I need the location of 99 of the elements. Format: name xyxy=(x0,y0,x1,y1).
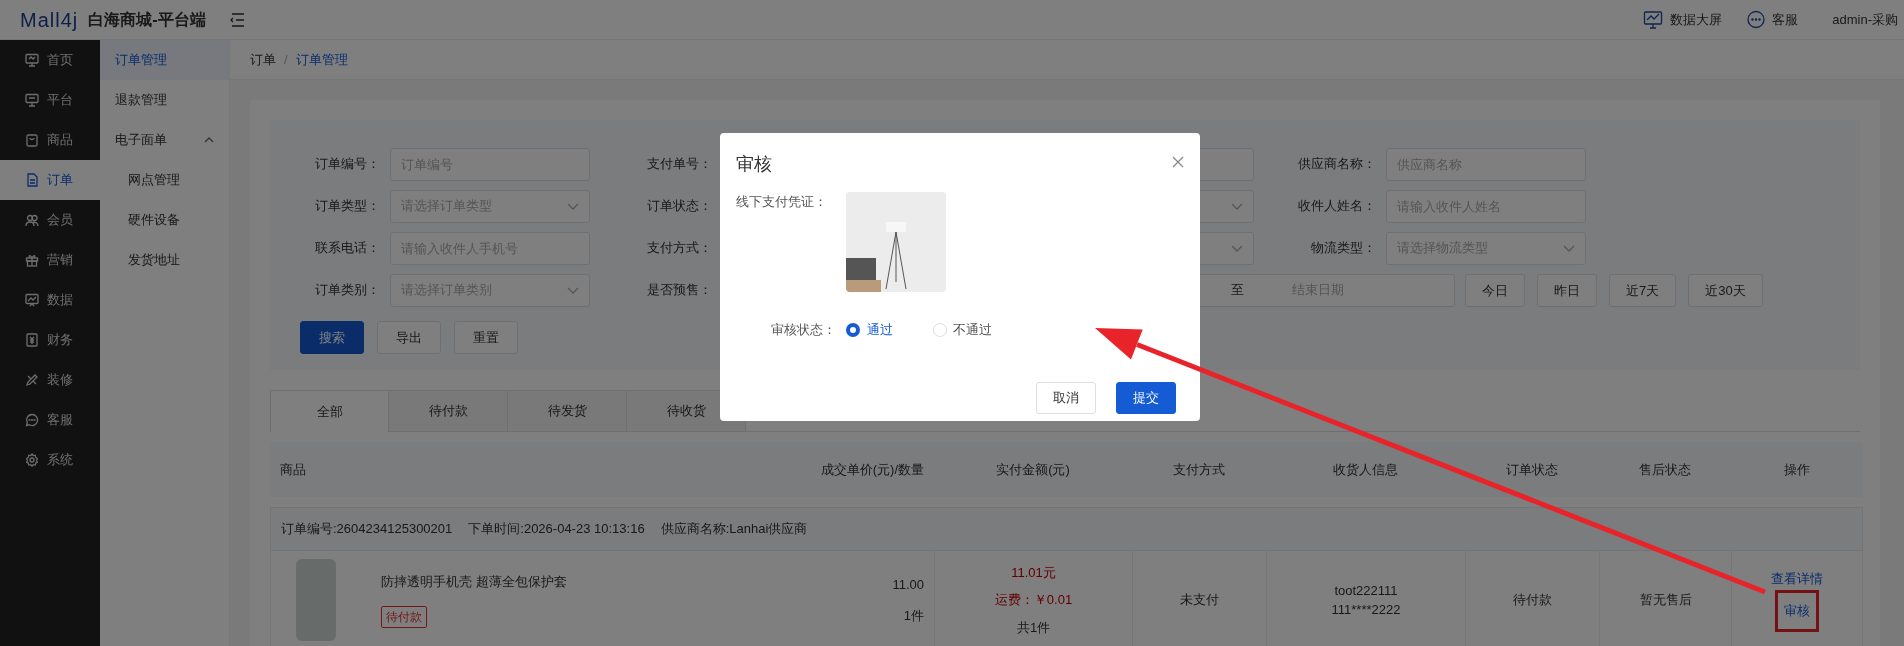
chevron-down-icon xyxy=(1231,245,1243,252)
column-header: 商品 xyxy=(280,461,306,477)
sidebar-item[interactable]: 平台 xyxy=(0,80,100,120)
field-label: 物流类型： xyxy=(1310,240,1376,258)
computer-icon xyxy=(25,93,39,107)
receiver-name: toot222111 xyxy=(1334,581,1398,600)
radio-label[interactable]: 通过 xyxy=(866,320,893,340)
order-time: 下单时间:2026-04-23 10:13:16 xyxy=(468,520,645,539)
quantity: 1件 xyxy=(903,607,924,625)
date-shortcut-button[interactable]: 近7天 xyxy=(1609,274,1677,307)
supplier-name: 供应商名称:Lanhai供应商 xyxy=(660,520,808,539)
tab[interactable]: 待付款 xyxy=(389,390,508,432)
field-label: 订单编号： xyxy=(314,156,380,174)
sidebar-item[interactable]: 商品 xyxy=(0,120,100,160)
breadcrumb-separator: / xyxy=(284,50,288,69)
chevron-down-icon xyxy=(567,287,579,294)
submenu-item[interactable]: 订单管理 xyxy=(100,40,229,80)
action-button[interactable]: 导出 xyxy=(377,321,441,354)
submenu-item[interactable]: 发货地址 xyxy=(100,240,229,280)
receiver-phone: 111****2222 xyxy=(1331,601,1401,619)
column-header: 实付金额(元) xyxy=(996,461,1070,477)
chevron-down-icon xyxy=(1563,245,1575,252)
tab[interactable]: 全部 xyxy=(270,390,389,433)
breadcrumb-item[interactable]: 订单 xyxy=(250,49,276,70)
submenu-item[interactable]: 硬件设备 xyxy=(100,200,229,240)
action-button[interactable]: 重置 xyxy=(454,321,518,354)
submenu-item[interactable]: 网点管理 xyxy=(100,160,229,200)
column-header: 收货人信息 xyxy=(1333,461,1398,477)
unit-price: 11.00 xyxy=(892,575,924,594)
field-label: 订单类型： xyxy=(314,198,380,216)
chevron-up-icon xyxy=(203,135,215,145)
dialog-title: 审核 xyxy=(736,153,772,176)
field-label: 订单类别： xyxy=(314,282,380,300)
table-cell: 暂无售后 xyxy=(1639,592,1692,608)
date-shortcut-button[interactable]: 昨日 xyxy=(1537,274,1597,307)
document-icon xyxy=(25,173,39,187)
order-number: 订单编号:2604234125300201 xyxy=(281,520,453,539)
users-icon xyxy=(25,213,39,227)
chat-icon xyxy=(1745,9,1766,30)
field-label: 支付单号： xyxy=(646,156,712,174)
highlighted-link[interactable]: 审核 xyxy=(1775,590,1819,632)
header-link[interactable]: 客服 xyxy=(1745,9,1799,30)
status-tag: 待付款 xyxy=(381,605,427,628)
column-header: 操作 xyxy=(1784,461,1810,477)
radio-button[interactable] xyxy=(846,322,860,337)
item-count: 共1件 xyxy=(1016,618,1051,637)
gear-icon xyxy=(25,453,39,467)
sidebar-item[interactable]: 客服 xyxy=(0,400,100,440)
chart-icon xyxy=(25,293,39,307)
sidebar-item[interactable]: 营销 xyxy=(0,240,100,280)
column-header: 订单状态 xyxy=(1506,461,1558,477)
column-header: 支付方式 xyxy=(1173,461,1225,477)
field-label: 联系电话： xyxy=(314,240,380,258)
paid-amount: 11.01元 xyxy=(1011,563,1056,582)
field-label: 是否预售： xyxy=(646,282,712,300)
radio-label[interactable]: 不通过 xyxy=(953,320,992,340)
column-header: 成交单价(元)/数量 xyxy=(820,461,924,477)
receipt-icon xyxy=(25,333,39,347)
field-label: 支付方式： xyxy=(646,240,712,258)
submenu-item[interactable]: 电子面单 xyxy=(100,120,229,160)
sidebar-item[interactable]: 财务 xyxy=(0,320,100,360)
logo-text: Mall4j xyxy=(20,7,79,33)
breadcrumb-item: 订单管理 xyxy=(295,50,348,69)
field-label: 订单状态： xyxy=(646,198,712,216)
user-name[interactable]: admin-采购 xyxy=(1832,9,1898,30)
tab[interactable]: 待发货 xyxy=(508,390,627,432)
field-label: 审核状态： xyxy=(770,321,837,339)
column-header: 售后状态 xyxy=(1639,461,1691,477)
sidebar-item[interactable]: 装修 xyxy=(0,360,100,400)
date-shortcut-button[interactable]: 近30天 xyxy=(1688,274,1763,307)
brush-icon xyxy=(25,373,39,387)
field-label: 线下支付凭证： xyxy=(736,193,828,211)
chevron-down-icon xyxy=(1231,203,1243,210)
table-cell: 未支付 xyxy=(1180,592,1219,608)
table-cell: 待付款 xyxy=(1513,592,1552,608)
date-shortcut-button[interactable]: 今日 xyxy=(1465,274,1525,307)
sidebar-item[interactable]: 数据 xyxy=(0,280,100,320)
gift-icon xyxy=(25,253,39,267)
sidebar-item[interactable]: 首页 xyxy=(0,40,100,80)
action-link[interactable]: 查看详情 xyxy=(1771,568,1823,588)
sidebar-item[interactable]: 会员 xyxy=(0,200,100,240)
sidebar-item[interactable]: 订单 xyxy=(0,160,100,200)
close-icon[interactable] xyxy=(1172,155,1184,168)
sidebar-item[interactable]: 系统 xyxy=(0,440,100,480)
header-link[interactable]: 数据大屏 xyxy=(1643,9,1722,30)
bag-icon xyxy=(25,133,39,147)
monitor-icon xyxy=(25,53,39,67)
app-title: 白海商城-平台端 xyxy=(88,9,206,30)
search-button[interactable]: 搜索 xyxy=(300,321,364,354)
field-label: 供应商名称： xyxy=(1297,156,1376,174)
submit-button[interactable]: 提交 xyxy=(1116,381,1176,414)
chevron-down-icon xyxy=(567,203,579,210)
product-name[interactable]: 防摔透明手机壳 超薄全包保护套 xyxy=(381,572,567,592)
shipping-fee: 运费：￥0.01 xyxy=(994,591,1073,610)
chat-icon xyxy=(25,413,39,427)
submenu-item[interactable]: 退款管理 xyxy=(100,80,229,120)
monitor-icon xyxy=(1643,9,1664,30)
cancel-button[interactable]: 取消 xyxy=(1036,381,1096,414)
field-label: 收件人姓名： xyxy=(1297,198,1376,216)
